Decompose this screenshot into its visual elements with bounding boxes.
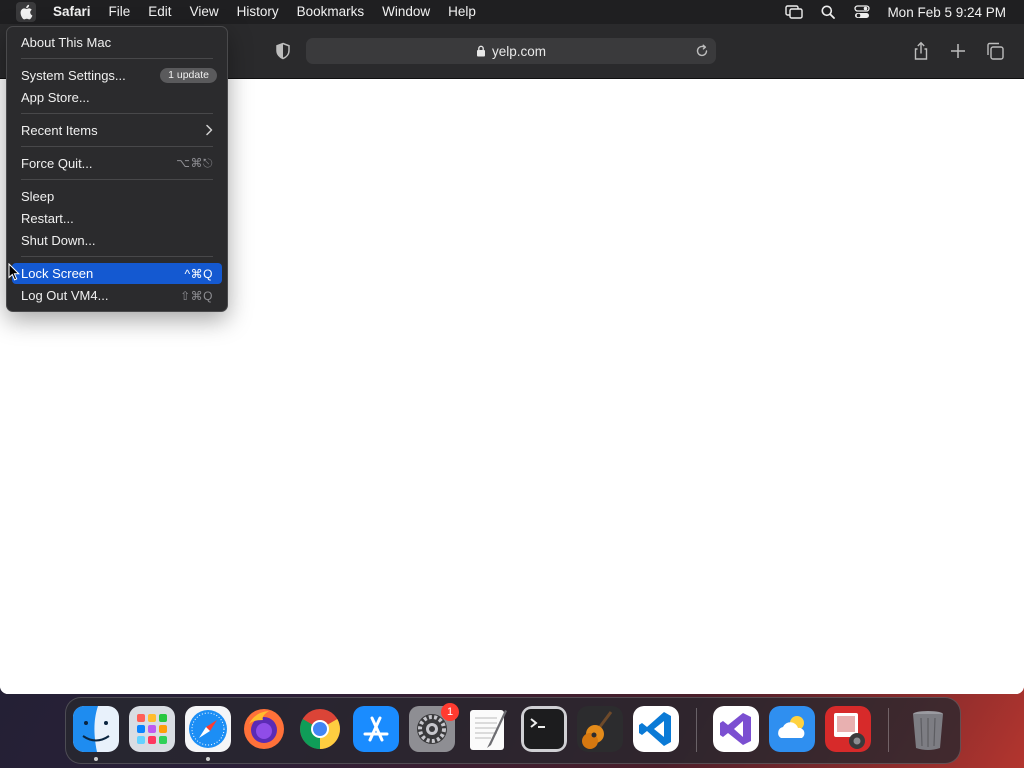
dock-app-weather[interactable] bbox=[769, 706, 815, 752]
menu-item-label: Log Out VM4... bbox=[21, 288, 109, 303]
menu-item-label: App Store... bbox=[21, 90, 90, 105]
control-center-icon[interactable] bbox=[851, 4, 873, 20]
dock-app-garageband[interactable] bbox=[577, 706, 623, 752]
lock-icon bbox=[476, 45, 485, 57]
tab-overview-icon[interactable] bbox=[985, 41, 1005, 61]
menu-item-recent-items[interactable]: Recent Items bbox=[12, 120, 222, 141]
menu-file[interactable]: File bbox=[100, 0, 140, 24]
menu-edit[interactable]: Edit bbox=[139, 0, 180, 24]
menu-history[interactable]: History bbox=[228, 0, 288, 24]
dock-separator bbox=[696, 708, 697, 752]
keyboard-shortcut: ⇧⌘Q bbox=[180, 288, 213, 303]
launchpad-icon bbox=[129, 706, 175, 752]
dock-app-firefox[interactable] bbox=[241, 706, 287, 752]
apple-logo-icon bbox=[20, 4, 33, 20]
menu-view[interactable]: View bbox=[181, 0, 228, 24]
reload-icon[interactable] bbox=[694, 43, 710, 59]
chevron-right-icon bbox=[206, 124, 213, 136]
menu-item-shut-down[interactable]: Shut Down... bbox=[12, 230, 222, 251]
menu-separator bbox=[21, 146, 213, 147]
menu-help[interactable]: Help bbox=[439, 0, 485, 24]
dock-separator bbox=[888, 708, 889, 752]
share-icon[interactable] bbox=[911, 41, 931, 61]
finder-icon bbox=[73, 706, 119, 752]
dock-app-safari[interactable] bbox=[185, 706, 231, 752]
dock-app-chrome[interactable] bbox=[297, 706, 343, 752]
address-bar-url: yelp.com bbox=[491, 43, 547, 59]
menu-item-about-this-mac[interactable]: About This Mac bbox=[12, 32, 222, 53]
menu-separator bbox=[21, 179, 213, 180]
menu-item-restart[interactable]: Restart... bbox=[12, 208, 222, 229]
weather-cloud-icon bbox=[769, 706, 815, 752]
menu-separator bbox=[21, 256, 213, 257]
textedit-icon bbox=[470, 710, 507, 750]
chrome-icon bbox=[300, 709, 340, 749]
menu-item-label: About This Mac bbox=[21, 35, 112, 50]
menu-safari[interactable]: Safari bbox=[44, 0, 100, 24]
privacy-shield-icon[interactable] bbox=[274, 42, 292, 60]
terminal-icon bbox=[521, 706, 567, 752]
menu-item-label: Force Quit... bbox=[21, 156, 93, 171]
dock-app-finder[interactable] bbox=[73, 706, 119, 752]
apple-menu-button[interactable] bbox=[16, 2, 36, 22]
menu-item-label: Lock Screen bbox=[21, 266, 94, 281]
safari-compass-icon bbox=[185, 706, 231, 752]
dock-app-vscode[interactable] bbox=[633, 706, 679, 752]
menu-item-label: Shut Down... bbox=[21, 233, 96, 248]
dock-app-visual-studio[interactable] bbox=[713, 706, 759, 752]
visual-studio-icon bbox=[713, 706, 759, 752]
new-tab-icon[interactable] bbox=[948, 41, 968, 61]
menu-separator bbox=[21, 113, 213, 114]
screen-mirroring-icon[interactable] bbox=[783, 4, 805, 20]
guitar-icon bbox=[577, 706, 623, 752]
firefox-icon bbox=[244, 709, 284, 749]
menu-item-app-store[interactable]: App Store... bbox=[12, 87, 222, 108]
menu-window[interactable]: Window bbox=[373, 0, 439, 24]
keyboard-shortcut: ^⌘Q bbox=[184, 266, 213, 281]
keyboard-shortcut: ⌥⌘⎋ bbox=[176, 156, 213, 170]
menu-item-force-quit[interactable]: Force Quit... ⌥⌘⎋ bbox=[12, 153, 222, 174]
address-bar[interactable]: yelp.com bbox=[306, 38, 716, 64]
dock-app-photo-booth[interactable] bbox=[825, 706, 871, 752]
running-indicator bbox=[206, 757, 210, 761]
app-store-icon bbox=[353, 706, 399, 752]
menu-item-log-out[interactable]: Log Out VM4... ⇧⌘Q bbox=[12, 285, 222, 306]
menu-bar: Safari File Edit View History Bookmarks … bbox=[0, 0, 1024, 24]
dock-app-app-store[interactable] bbox=[353, 706, 399, 752]
notification-badge: 1 bbox=[441, 703, 459, 721]
dock: 1 bbox=[65, 697, 961, 764]
menu-item-lock-screen[interactable]: Lock Screen ^⌘Q bbox=[12, 263, 222, 284]
menu-bar-clock[interactable]: Mon Feb 5 9:24 PM bbox=[887, 5, 1006, 20]
dock-app-textedit[interactable] bbox=[465, 706, 511, 752]
menu-item-label: Recent Items bbox=[21, 123, 98, 138]
menu-item-system-settings[interactable]: System Settings... 1 update bbox=[12, 65, 222, 86]
vscode-icon bbox=[633, 706, 679, 752]
trash-icon bbox=[913, 711, 943, 750]
apple-menu-dropdown: About This Mac System Settings... 1 upda… bbox=[6, 26, 228, 312]
search-icon[interactable] bbox=[817, 4, 839, 20]
dock-app-system-settings[interactable]: 1 bbox=[409, 703, 459, 752]
mouse-pointer-icon bbox=[8, 263, 20, 281]
update-badge: 1 update bbox=[160, 68, 217, 83]
photo-booth-icon bbox=[825, 706, 871, 752]
menu-separator bbox=[21, 58, 213, 59]
dock-app-launchpad[interactable] bbox=[129, 706, 175, 752]
running-indicator bbox=[94, 757, 98, 761]
menu-bookmarks[interactable]: Bookmarks bbox=[288, 0, 374, 24]
dock-app-trash[interactable] bbox=[905, 706, 951, 752]
menu-item-label: Restart... bbox=[21, 211, 74, 226]
menu-item-label: System Settings... bbox=[21, 68, 126, 83]
menu-item-sleep[interactable]: Sleep bbox=[12, 186, 222, 207]
dock-app-terminal[interactable] bbox=[521, 706, 567, 752]
menu-item-label: Sleep bbox=[21, 189, 55, 204]
